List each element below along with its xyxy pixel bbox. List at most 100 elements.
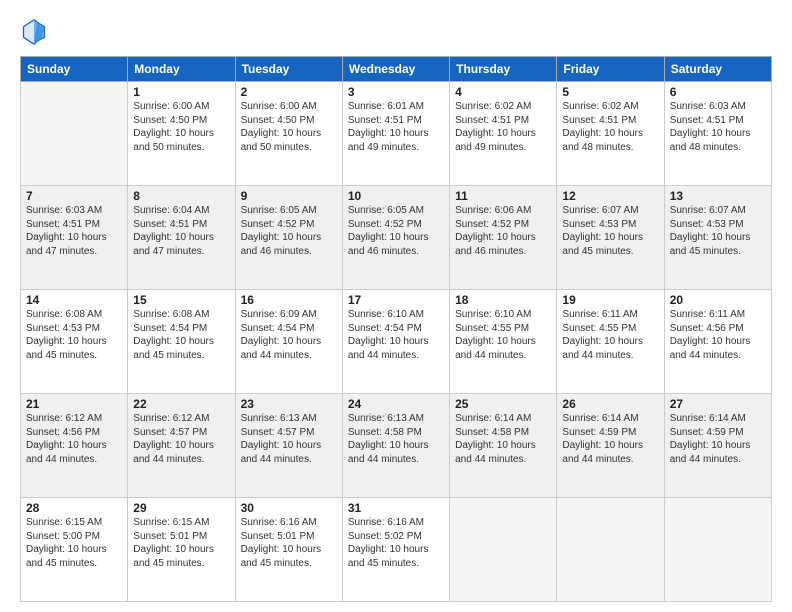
day-info: Sunrise: 6:15 AMSunset: 5:00 PMDaylight:… <box>26 516 122 570</box>
column-header-sunday: Sunday <box>21 57 128 82</box>
calendar-cell: 12Sunrise: 6:07 AMSunset: 4:53 PMDayligh… <box>557 186 664 290</box>
calendar-cell: 19Sunrise: 6:11 AMSunset: 4:55 PMDayligh… <box>557 290 664 394</box>
day-number: 3 <box>348 85 444 99</box>
calendar-week-2: 7Sunrise: 6:03 AMSunset: 4:51 PMDaylight… <box>21 186 772 290</box>
calendar-cell: 11Sunrise: 6:06 AMSunset: 4:52 PMDayligh… <box>450 186 557 290</box>
day-info: Sunrise: 6:03 AMSunset: 4:51 PMDaylight:… <box>670 100 766 154</box>
day-info: Sunrise: 6:14 AMSunset: 4:59 PMDaylight:… <box>562 412 658 466</box>
calendar-cell: 15Sunrise: 6:08 AMSunset: 4:54 PMDayligh… <box>128 290 235 394</box>
day-info: Sunrise: 6:02 AMSunset: 4:51 PMDaylight:… <box>455 100 551 154</box>
day-info: Sunrise: 6:09 AMSunset: 4:54 PMDaylight:… <box>241 308 337 362</box>
day-number: 9 <box>241 189 337 203</box>
day-info: Sunrise: 6:00 AMSunset: 4:50 PMDaylight:… <box>241 100 337 154</box>
calendar-cell: 28Sunrise: 6:15 AMSunset: 5:00 PMDayligh… <box>21 498 128 602</box>
day-number: 12 <box>562 189 658 203</box>
calendar-cell: 26Sunrise: 6:14 AMSunset: 4:59 PMDayligh… <box>557 394 664 498</box>
day-info: Sunrise: 6:07 AMSunset: 4:53 PMDaylight:… <box>670 204 766 258</box>
day-number: 27 <box>670 397 766 411</box>
day-info: Sunrise: 6:05 AMSunset: 4:52 PMDaylight:… <box>348 204 444 258</box>
calendar-cell: 3Sunrise: 6:01 AMSunset: 4:51 PMDaylight… <box>342 82 449 186</box>
calendar-cell: 2Sunrise: 6:00 AMSunset: 4:50 PMDaylight… <box>235 82 342 186</box>
calendar-cell: 23Sunrise: 6:13 AMSunset: 4:57 PMDayligh… <box>235 394 342 498</box>
day-number: 13 <box>670 189 766 203</box>
day-number: 21 <box>26 397 122 411</box>
calendar-cell: 9Sunrise: 6:05 AMSunset: 4:52 PMDaylight… <box>235 186 342 290</box>
calendar-cell: 18Sunrise: 6:10 AMSunset: 4:55 PMDayligh… <box>450 290 557 394</box>
logo <box>20 18 52 46</box>
day-info: Sunrise: 6:16 AMSunset: 5:02 PMDaylight:… <box>348 516 444 570</box>
day-number: 14 <box>26 293 122 307</box>
calendar-cell: 30Sunrise: 6:16 AMSunset: 5:01 PMDayligh… <box>235 498 342 602</box>
day-info: Sunrise: 6:12 AMSunset: 4:56 PMDaylight:… <box>26 412 122 466</box>
day-info: Sunrise: 6:03 AMSunset: 4:51 PMDaylight:… <box>26 204 122 258</box>
calendar-cell: 27Sunrise: 6:14 AMSunset: 4:59 PMDayligh… <box>664 394 771 498</box>
calendar-cell: 21Sunrise: 6:12 AMSunset: 4:56 PMDayligh… <box>21 394 128 498</box>
calendar-cell <box>664 498 771 602</box>
day-number: 26 <box>562 397 658 411</box>
day-number: 29 <box>133 501 229 515</box>
calendar-cell: 16Sunrise: 6:09 AMSunset: 4:54 PMDayligh… <box>235 290 342 394</box>
day-info: Sunrise: 6:16 AMSunset: 5:01 PMDaylight:… <box>241 516 337 570</box>
day-info: Sunrise: 6:06 AMSunset: 4:52 PMDaylight:… <box>455 204 551 258</box>
calendar-cell: 5Sunrise: 6:02 AMSunset: 4:51 PMDaylight… <box>557 82 664 186</box>
day-number: 28 <box>26 501 122 515</box>
day-info: Sunrise: 6:04 AMSunset: 4:51 PMDaylight:… <box>133 204 229 258</box>
day-info: Sunrise: 6:13 AMSunset: 4:58 PMDaylight:… <box>348 412 444 466</box>
day-number: 16 <box>241 293 337 307</box>
day-info: Sunrise: 6:05 AMSunset: 4:52 PMDaylight:… <box>241 204 337 258</box>
page: SundayMondayTuesdayWednesdayThursdayFrid… <box>0 0 792 612</box>
day-info: Sunrise: 6:11 AMSunset: 4:55 PMDaylight:… <box>562 308 658 362</box>
day-number: 5 <box>562 85 658 99</box>
calendar-cell: 4Sunrise: 6:02 AMSunset: 4:51 PMDaylight… <box>450 82 557 186</box>
column-header-tuesday: Tuesday <box>235 57 342 82</box>
day-number: 23 <box>241 397 337 411</box>
logo-icon <box>20 18 48 46</box>
day-info: Sunrise: 6:01 AMSunset: 4:51 PMDaylight:… <box>348 100 444 154</box>
day-number: 31 <box>348 501 444 515</box>
day-number: 7 <box>26 189 122 203</box>
calendar-cell <box>557 498 664 602</box>
calendar-week-5: 28Sunrise: 6:15 AMSunset: 5:00 PMDayligh… <box>21 498 772 602</box>
day-info: Sunrise: 6:13 AMSunset: 4:57 PMDaylight:… <box>241 412 337 466</box>
calendar-cell: 22Sunrise: 6:12 AMSunset: 4:57 PMDayligh… <box>128 394 235 498</box>
day-number: 24 <box>348 397 444 411</box>
calendar-cell <box>450 498 557 602</box>
day-info: Sunrise: 6:02 AMSunset: 4:51 PMDaylight:… <box>562 100 658 154</box>
day-info: Sunrise: 6:14 AMSunset: 4:59 PMDaylight:… <box>670 412 766 466</box>
calendar-week-3: 14Sunrise: 6:08 AMSunset: 4:53 PMDayligh… <box>21 290 772 394</box>
day-number: 18 <box>455 293 551 307</box>
calendar-cell: 7Sunrise: 6:03 AMSunset: 4:51 PMDaylight… <box>21 186 128 290</box>
calendar-cell: 24Sunrise: 6:13 AMSunset: 4:58 PMDayligh… <box>342 394 449 498</box>
day-number: 10 <box>348 189 444 203</box>
header <box>20 18 772 46</box>
calendar-cell: 14Sunrise: 6:08 AMSunset: 4:53 PMDayligh… <box>21 290 128 394</box>
calendar-cell: 20Sunrise: 6:11 AMSunset: 4:56 PMDayligh… <box>664 290 771 394</box>
calendar-table: SundayMondayTuesdayWednesdayThursdayFrid… <box>20 56 772 602</box>
day-info: Sunrise: 6:10 AMSunset: 4:54 PMDaylight:… <box>348 308 444 362</box>
day-number: 1 <box>133 85 229 99</box>
day-info: Sunrise: 6:15 AMSunset: 5:01 PMDaylight:… <box>133 516 229 570</box>
column-header-saturday: Saturday <box>664 57 771 82</box>
day-number: 25 <box>455 397 551 411</box>
calendar-cell: 13Sunrise: 6:07 AMSunset: 4:53 PMDayligh… <box>664 186 771 290</box>
calendar-cell: 25Sunrise: 6:14 AMSunset: 4:58 PMDayligh… <box>450 394 557 498</box>
day-number: 22 <box>133 397 229 411</box>
day-info: Sunrise: 6:08 AMSunset: 4:54 PMDaylight:… <box>133 308 229 362</box>
day-info: Sunrise: 6:07 AMSunset: 4:53 PMDaylight:… <box>562 204 658 258</box>
calendar-cell: 10Sunrise: 6:05 AMSunset: 4:52 PMDayligh… <box>342 186 449 290</box>
day-number: 30 <box>241 501 337 515</box>
day-number: 2 <box>241 85 337 99</box>
day-number: 8 <box>133 189 229 203</box>
calendar-week-1: 1Sunrise: 6:00 AMSunset: 4:50 PMDaylight… <box>21 82 772 186</box>
calendar-cell <box>21 82 128 186</box>
day-number: 17 <box>348 293 444 307</box>
calendar-week-4: 21Sunrise: 6:12 AMSunset: 4:56 PMDayligh… <box>21 394 772 498</box>
day-info: Sunrise: 6:08 AMSunset: 4:53 PMDaylight:… <box>26 308 122 362</box>
day-number: 4 <box>455 85 551 99</box>
column-header-monday: Monday <box>128 57 235 82</box>
column-header-wednesday: Wednesday <box>342 57 449 82</box>
day-info: Sunrise: 6:12 AMSunset: 4:57 PMDaylight:… <box>133 412 229 466</box>
calendar-cell: 6Sunrise: 6:03 AMSunset: 4:51 PMDaylight… <box>664 82 771 186</box>
day-info: Sunrise: 6:11 AMSunset: 4:56 PMDaylight:… <box>670 308 766 362</box>
day-info: Sunrise: 6:00 AMSunset: 4:50 PMDaylight:… <box>133 100 229 154</box>
